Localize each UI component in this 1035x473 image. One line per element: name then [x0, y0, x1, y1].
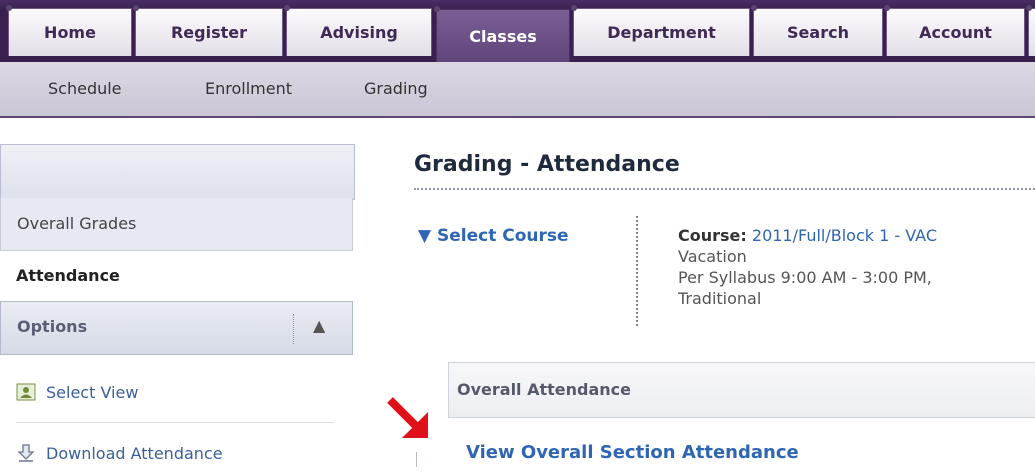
panel-title: Overall Attendance	[457, 380, 632, 399]
course-line: Course: 2011/Full/Block 1 - VAC	[678, 225, 1035, 246]
select-view-label: Select View	[46, 382, 139, 402]
options-separator	[293, 314, 294, 344]
sub-navigation: Schedule Enrollment Grading	[0, 62, 1035, 118]
tab-classes[interactable]: Classes	[434, 6, 570, 62]
tab-label: Account	[919, 23, 992, 42]
tab-pin-icon	[434, 6, 440, 12]
tab-search[interactable]: Search	[751, 5, 883, 56]
options-label: Options	[17, 317, 88, 336]
sidebar-header	[0, 144, 355, 200]
tab-pin-icon	[6, 5, 12, 11]
left-border-line	[416, 452, 417, 467]
select-view-icon	[16, 383, 36, 401]
download-icon	[17, 444, 35, 462]
title-divider	[414, 188, 1035, 190]
options-divider	[16, 422, 334, 423]
tab-label: Advising	[320, 23, 398, 42]
top-navigation: Home Register Advising Classes Departmen…	[0, 0, 1035, 62]
tab-pin-icon	[1026, 5, 1032, 11]
tab-home[interactable]: Home	[6, 5, 132, 56]
course-line-schedule: Per Syllabus 9:00 AM - 3:00 PM,	[678, 268, 932, 287]
overall-attendance-panel: Overall Attendance	[448, 362, 1035, 418]
tab-label: Department	[607, 23, 716, 42]
tab-pin-icon	[133, 5, 139, 11]
download-attendance-label: Download Attendance	[46, 443, 223, 463]
subnav-enrollment[interactable]: Enrollment	[205, 79, 292, 98]
annotation-arrow-icon	[387, 397, 428, 438]
course-label: Course:	[678, 226, 747, 245]
subnav-schedule[interactable]: Schedule	[48, 79, 122, 98]
select-view-link[interactable]: Select View	[16, 372, 138, 412]
tab-label: Register	[170, 23, 248, 42]
course-line-type: Traditional	[678, 289, 762, 308]
download-attendance-link[interactable]: Download Attendance	[16, 433, 223, 473]
course-separator	[636, 216, 638, 326]
tab-register[interactable]: Register	[133, 5, 283, 56]
page-title: Grading - Attendance	[414, 152, 680, 177]
tab-pin-icon	[751, 5, 757, 11]
collapse-toggle-icon[interactable]: ▲	[313, 316, 325, 335]
tab-pin-icon	[884, 5, 890, 11]
course-info: Course: 2011/Full/Block 1 - VAC Vacation…	[678, 225, 1035, 309]
sidebar-item-attendance[interactable]: Attendance	[0, 251, 353, 301]
tab-department[interactable]: Department	[571, 5, 750, 56]
tab-pin-icon	[571, 5, 577, 11]
tab-pin-icon	[284, 5, 290, 11]
select-course-toggle[interactable]: ▼ Select Course	[418, 226, 569, 246]
tab-advising[interactable]: Advising	[284, 5, 432, 56]
options-header[interactable]: Options ▲	[0, 301, 353, 355]
tab-account[interactable]: Account	[884, 5, 1025, 56]
sidebar: Overall Grades Attendance Options ▲ Sele…	[0, 118, 355, 467]
tab-label: Search	[787, 23, 849, 42]
tab-label: Home	[44, 23, 96, 42]
subnav-grading[interactable]: Grading	[364, 79, 428, 98]
tab-label: Classes	[469, 26, 537, 46]
course-link[interactable]: 2011/Full/Block 1 - VAC	[752, 226, 937, 245]
sidebar-item-overall-grades[interactable]: Overall Grades	[0, 198, 353, 251]
view-overall-section-attendance-link[interactable]: View Overall Section Attendance	[466, 442, 799, 463]
tab-overflow[interactable]	[1026, 5, 1035, 56]
course-line-vacation: Vacation	[678, 247, 747, 266]
